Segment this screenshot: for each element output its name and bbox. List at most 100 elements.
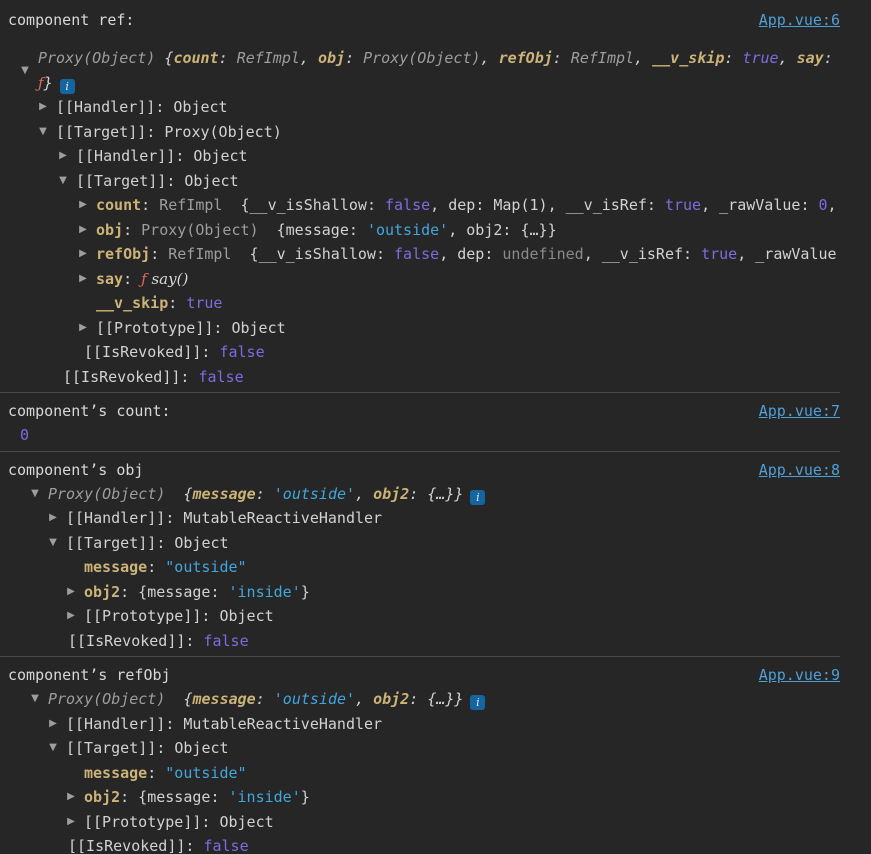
tree-row: ▶obj2: {message: 'inside'}: [0, 785, 840, 810]
expand-arrow-icon[interactable]: ▶: [74, 242, 92, 267]
expand-arrow-icon[interactable]: ▶: [74, 267, 92, 292]
collapse-arrow-icon[interactable]: ▼: [54, 169, 72, 194]
tree-row: [[IsRevoked]]: false: [0, 340, 840, 365]
console-text: :: [156, 739, 174, 757]
expand-arrow-icon[interactable]: ▶: [54, 144, 72, 169]
console-text: :: [724, 49, 742, 67]
collapse-arrow-icon[interactable]: ▼: [26, 482, 44, 507]
expand-arrow-icon[interactable]: ▶: [74, 218, 92, 243]
class-name: RefImpl: [159, 196, 222, 214]
console-text: {: [165, 690, 192, 708]
source-link[interactable]: App.vue:7: [759, 399, 840, 423]
console-text: ,: [828, 196, 840, 214]
string-value: 'outside': [367, 221, 448, 239]
expand-arrow-icon[interactable]: ▶: [74, 316, 92, 341]
console-text: Proxy(Object): [164, 123, 281, 141]
property-key: refObj: [96, 245, 150, 263]
tree-row: ▶refObj: RefImpl {__v_isShallow: false, …: [0, 242, 840, 267]
source-link[interactable]: App.vue:6: [759, 8, 840, 32]
console-text: :: [647, 196, 665, 214]
tree-row: ▼[[Target]]: Proxy(Object): [0, 120, 840, 145]
property-key: obj2: [373, 485, 409, 503]
expand-arrow-icon[interactable]: ▶: [62, 604, 80, 629]
console-text: Object: [193, 147, 247, 165]
number-value: 0: [20, 426, 29, 444]
console-text: [[IsRevoked]]: [68, 837, 185, 854]
console-text: :: [201, 607, 219, 625]
console-text: [[Handler]]: [66, 715, 165, 733]
console-text: ,: [548, 196, 566, 214]
string-value: 'outside': [274, 485, 355, 503]
console-text: dep: [448, 196, 475, 214]
console-text: __v_isShallow: [259, 245, 376, 263]
console-text: [[Target]]: [76, 172, 166, 190]
console-text: :: [166, 172, 184, 190]
source-link[interactable]: App.vue:9: [759, 663, 840, 687]
console-text: ,: [634, 49, 652, 67]
expand-arrow-icon[interactable]: ▶: [44, 712, 62, 737]
devtools-console-panel: component ref: App.vue:6 ▼Proxy(Object) …: [0, 0, 871, 854]
class-name: RefImpl: [168, 245, 231, 263]
console-text: [[IsRevoked]]: [63, 368, 180, 386]
collapse-arrow-icon[interactable]: ▼: [44, 736, 62, 761]
console-text: __v_isShallow: [250, 196, 367, 214]
console-text: [[Handler]]: [56, 98, 155, 116]
expand-arrow-icon[interactable]: ▶: [34, 95, 52, 120]
tree-row: __v_skip: true: [0, 291, 840, 316]
console-text: message: [147, 583, 210, 601]
console-text: ,: [448, 221, 466, 239]
console-text: :: [553, 49, 571, 67]
console-text: :: [141, 196, 159, 214]
expand-arrow-icon[interactable]: ▶: [62, 785, 80, 810]
expand-arrow-icon[interactable]: ▶: [44, 506, 62, 531]
class-name: Proxy(Object): [48, 485, 165, 503]
property-key: message: [84, 764, 147, 782]
collapse-arrow-icon[interactable]: ▼: [26, 687, 44, 712]
console-text: }: [454, 690, 463, 708]
property-key: refObj: [499, 49, 553, 67]
console-text: Object: [184, 172, 238, 190]
console-text: :: [210, 583, 228, 601]
console-text: ,: [701, 196, 719, 214]
class-name: Proxy(Object): [48, 690, 165, 708]
string-value: "outside": [165, 764, 246, 782]
tree-row: ▶obj: Proxy(Object) {message: 'outside',…: [0, 218, 840, 243]
tree-row: [[IsRevoked]]: false: [0, 629, 840, 654]
collapse-arrow-icon[interactable]: ▼: [34, 120, 52, 145]
console-text: }: [454, 485, 463, 503]
tree-row: ▼[[Target]]: Object: [0, 169, 840, 194]
undefined-value: undefined: [502, 245, 583, 263]
console-text: ,: [481, 49, 499, 67]
log-header: component’s count: App.vue:7: [0, 399, 840, 423]
console-text: :: [201, 813, 219, 831]
console-text: :: [349, 221, 367, 239]
tree-row: message: "outside": [0, 555, 840, 580]
source-link[interactable]: App.vue:8: [759, 458, 840, 482]
number-value: false: [203, 837, 248, 854]
tree-row: [[IsRevoked]]: false: [0, 834, 840, 854]
console-text: Object: [231, 319, 285, 337]
console-text: }: [301, 583, 310, 601]
console-text: obj2: [466, 221, 502, 239]
collapse-arrow-icon[interactable]: ▼: [44, 531, 62, 556]
property-key: obj2: [84, 583, 120, 601]
number-value: false: [198, 368, 243, 386]
console-text: :: [185, 837, 203, 854]
expand-arrow-icon[interactable]: ▶: [62, 810, 80, 835]
tree-row: ▶[[Prototype]]: Object: [0, 810, 840, 835]
console-text: : {: [120, 788, 147, 806]
tree-row: ▶[[Handler]]: Object: [0, 144, 840, 169]
console-text: :: [367, 196, 385, 214]
info-icon: i: [60, 79, 75, 94]
number-value: false: [394, 245, 439, 263]
collapse-arrow-icon[interactable]: ▼: [16, 59, 34, 84]
console-text: ,: [300, 49, 318, 67]
console-text: [[Prototype]]: [84, 607, 201, 625]
info-icon: i: [470, 490, 485, 505]
expand-arrow-icon[interactable]: ▶: [74, 193, 92, 218]
expand-arrow-icon[interactable]: ▶: [62, 580, 80, 605]
console-text: {: [259, 221, 286, 239]
console-text: Map(1): [493, 196, 547, 214]
console-text: :: [219, 49, 237, 67]
console-text: :: [345, 49, 363, 67]
